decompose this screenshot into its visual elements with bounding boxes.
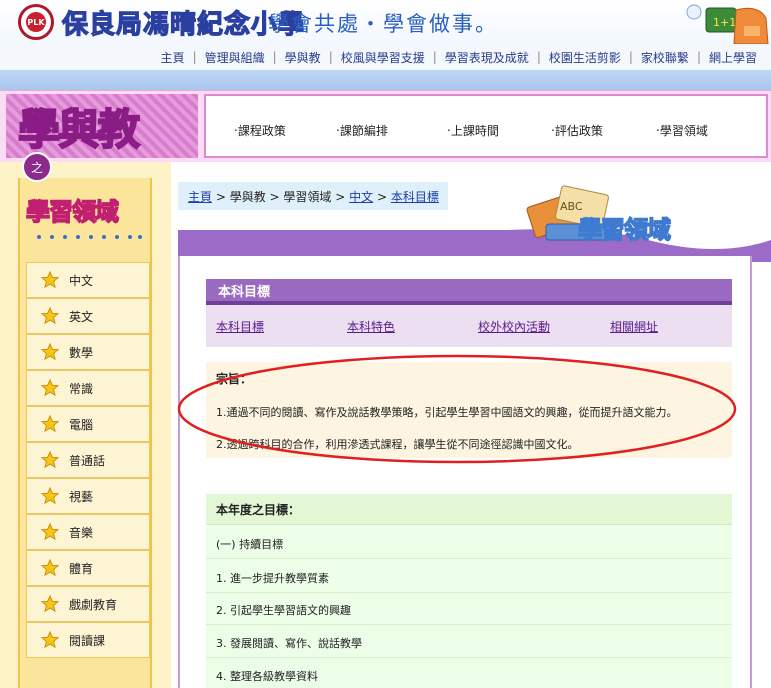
breadcrumb-current[interactable]: 本科目標 — [391, 190, 439, 204]
breadcrumb-sep: > — [373, 190, 391, 204]
logo-emblem: PLK — [26, 12, 46, 32]
sidebar-item-maths[interactable]: 數學 — [26, 334, 150, 370]
star-icon — [41, 451, 59, 469]
sidebar-menu: 中文 英文 數學 常識 電腦 普通話 視藝 音樂 體育 戲劇教育 閱讀課 — [26, 262, 150, 658]
star-icon — [41, 415, 59, 433]
star-icon — [41, 559, 59, 577]
star-icon — [41, 379, 59, 397]
breadcrumb-chinese[interactable]: 中文 — [349, 190, 373, 204]
tab-related-links[interactable]: 相關網址 — [610, 318, 658, 335]
goal-line: 4. 整理各級教學資料 — [216, 670, 318, 683]
subnav-lesson-arrangement[interactable]: ‧課節編排 — [336, 122, 388, 139]
site-header: PLK 保良局馮晴紀念小學 學會共處・學會做事。 1+1 — [0, 0, 771, 44]
sidebar-item-label: 數學 — [69, 345, 94, 360]
sidebar-item-label: 英文 — [69, 309, 94, 324]
sidebar-item-label: 音樂 — [69, 525, 94, 540]
school-motto: 學會共處・學會做事。 — [268, 12, 498, 36]
star-icon — [41, 523, 59, 541]
nav-support[interactable]: 校風與學習支援 — [333, 49, 433, 66]
breadcrumb: 主頁 > 學與教 > 學習領域 > 中文 > 本科目標 — [188, 188, 439, 205]
subnav-assessment-policy[interactable]: ‧評估政策 — [551, 122, 603, 139]
breadcrumb-sep: > — [212, 190, 230, 204]
nav-campus-life[interactable]: 校園生活剪影 — [541, 49, 629, 66]
tab-objectives[interactable]: 本科目標 — [216, 318, 264, 335]
section-title: 本科目標 — [206, 279, 732, 305]
sidebar-title: 學習領域 — [25, 196, 120, 227]
tab-activities[interactable]: 校外校內活動 — [478, 318, 550, 335]
breadcrumb-teaching: 學與教 — [229, 190, 266, 204]
sidebar-item-label: 視藝 — [69, 489, 94, 504]
sidebar-item-general-studies[interactable]: 常識 — [26, 370, 150, 406]
star-icon — [41, 487, 59, 505]
breadcrumb-sep: > — [265, 190, 284, 204]
sidebar-item-putonghua[interactable]: 普通話 — [26, 442, 150, 478]
breadcrumb-sep: > — [331, 190, 350, 204]
sidebar-item-label: 體育 — [69, 561, 94, 576]
goal-divider — [206, 592, 732, 593]
star-icon — [41, 307, 59, 325]
sidebar-item-label: 戲劇教育 — [69, 597, 118, 612]
goal-line: (一) 持續目標 — [216, 538, 284, 551]
tab-features[interactable]: 本科特色 — [347, 318, 395, 335]
learning-areas-banner: 學習領域 — [577, 214, 672, 245]
svg-text:1+1: 1+1 — [713, 16, 736, 29]
goal-divider — [206, 657, 732, 658]
goal-line: 3. 發展閱讀、寫作、說話教學 — [216, 637, 362, 650]
school-logo[interactable]: PLK — [18, 4, 54, 40]
highlight-oval — [177, 354, 737, 464]
nav-teaching[interactable]: 學與教 — [277, 49, 329, 66]
sidebar-item-label: 中文 — [69, 273, 94, 288]
nav-achievement[interactable]: 學習表現及成就 — [437, 49, 537, 66]
sidebar-item-reading[interactable]: 閱讀課 — [26, 622, 150, 658]
sidebar-item-label: 普通話 — [69, 453, 106, 468]
star-icon — [41, 631, 59, 649]
goal-line: 1. 進一步提升教學質素 — [216, 572, 329, 585]
breadcrumb-areas: 學習領域 — [283, 190, 332, 204]
goal-divider — [206, 558, 732, 559]
subnav-learning-areas[interactable]: ‧學習領域 — [656, 122, 708, 139]
sidebar-item-label: 常識 — [69, 381, 94, 396]
nav-home-school[interactable]: 家校聯繫 — [633, 49, 697, 66]
star-icon — [41, 271, 59, 289]
sidebar-item-label: 電腦 — [69, 417, 94, 432]
goal-divider — [206, 624, 732, 625]
nav-home[interactable]: 主頁 — [153, 49, 193, 66]
connector-badge: 之 — [22, 152, 52, 182]
sidebar-item-visual-arts[interactable]: 視藝 — [26, 478, 150, 514]
star-icon — [41, 595, 59, 613]
decorative-band — [0, 70, 771, 90]
breadcrumb-home[interactable]: 主頁 — [188, 190, 212, 204]
sidebar-item-pe[interactable]: 體育 — [26, 550, 150, 586]
nav-management[interactable]: 管理與組織 — [197, 49, 273, 66]
school-bag-icon: 1+1 — [686, 4, 769, 44]
star-icon — [41, 343, 59, 361]
goal-line: 2. 引起學生學習語文的興趣 — [216, 604, 351, 617]
sidebar-item-chinese[interactable]: 中文 — [26, 262, 150, 298]
goals-title: 本年度之目標： — [216, 503, 301, 517]
nav-e-learning[interactable]: 網上學習 — [701, 49, 765, 66]
sidebar-item-drama[interactable]: 戲劇教育 — [26, 586, 150, 622]
sidebar-item-computer[interactable]: 電腦 — [26, 406, 150, 442]
subnav-school-hours[interactable]: ‧上課時間 — [447, 122, 499, 139]
sidebar-item-english[interactable]: 英文 — [26, 298, 150, 334]
dots-divider — [37, 235, 142, 239]
page-title: 學與教 — [17, 104, 141, 155]
main-nav: 主頁 | 管理與組織 | 學與教 | 校風與學習支援 | 學習表現及成就 | 校園生活剪影… — [0, 44, 771, 70]
subnav-curriculum-policy[interactable]: ‧課程政策 — [234, 122, 286, 139]
sidebar-item-music[interactable]: 音樂 — [26, 514, 150, 550]
sidebar-item-label: 閱讀課 — [69, 633, 106, 648]
